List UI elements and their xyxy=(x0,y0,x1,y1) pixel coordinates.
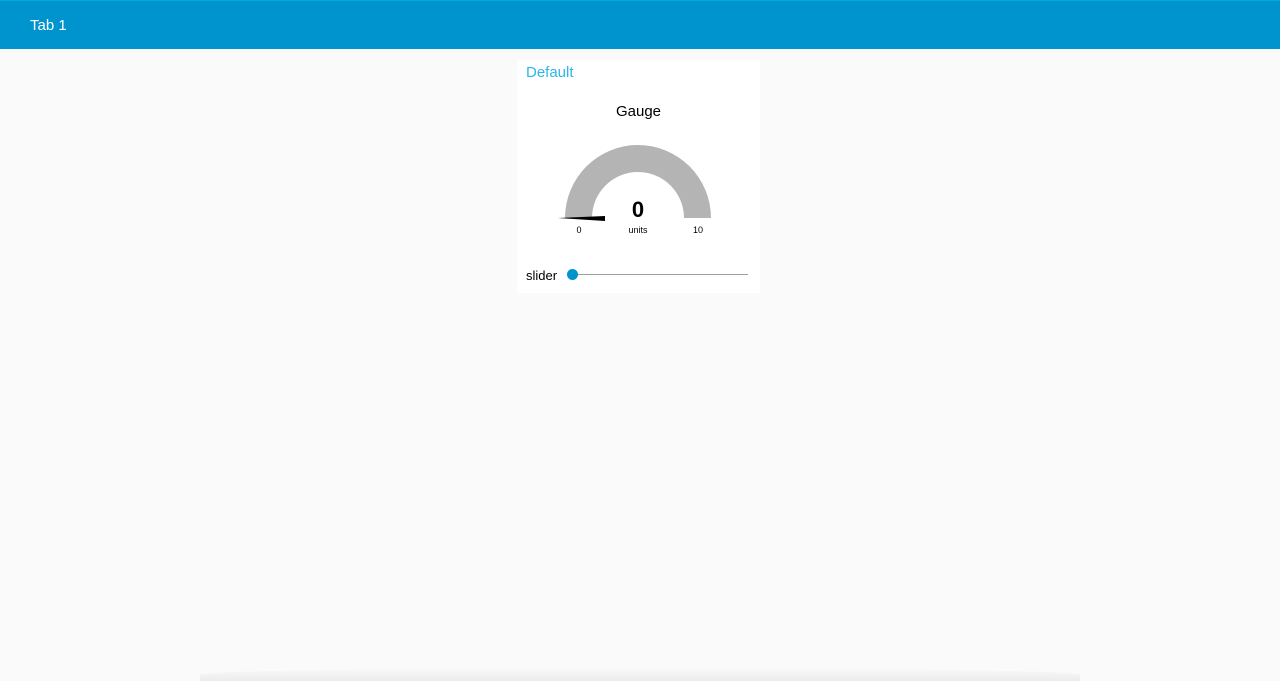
slider-label: slider xyxy=(526,268,558,283)
gauge-units: units xyxy=(628,225,648,235)
slider-row: slider xyxy=(526,266,751,286)
tab-title: Tab 1 xyxy=(30,17,67,34)
slider-thumb[interactable] xyxy=(567,269,578,280)
slider-track[interactable] xyxy=(572,274,748,275)
group-card-default: Default Gauge 0 units 0 10 slider xyxy=(517,60,760,293)
gauge-max-label: 10 xyxy=(693,225,703,235)
toolbar: Tab 1 xyxy=(0,0,1280,49)
gauge-value: 0 xyxy=(632,197,644,222)
gauge-title: Gauge xyxy=(615,103,662,120)
gauge-min-label: 0 xyxy=(576,225,581,235)
gauge-widget: 0 units 0 10 xyxy=(558,145,711,235)
bottom-shadow xyxy=(200,668,1080,681)
group-title: Default xyxy=(526,64,574,81)
